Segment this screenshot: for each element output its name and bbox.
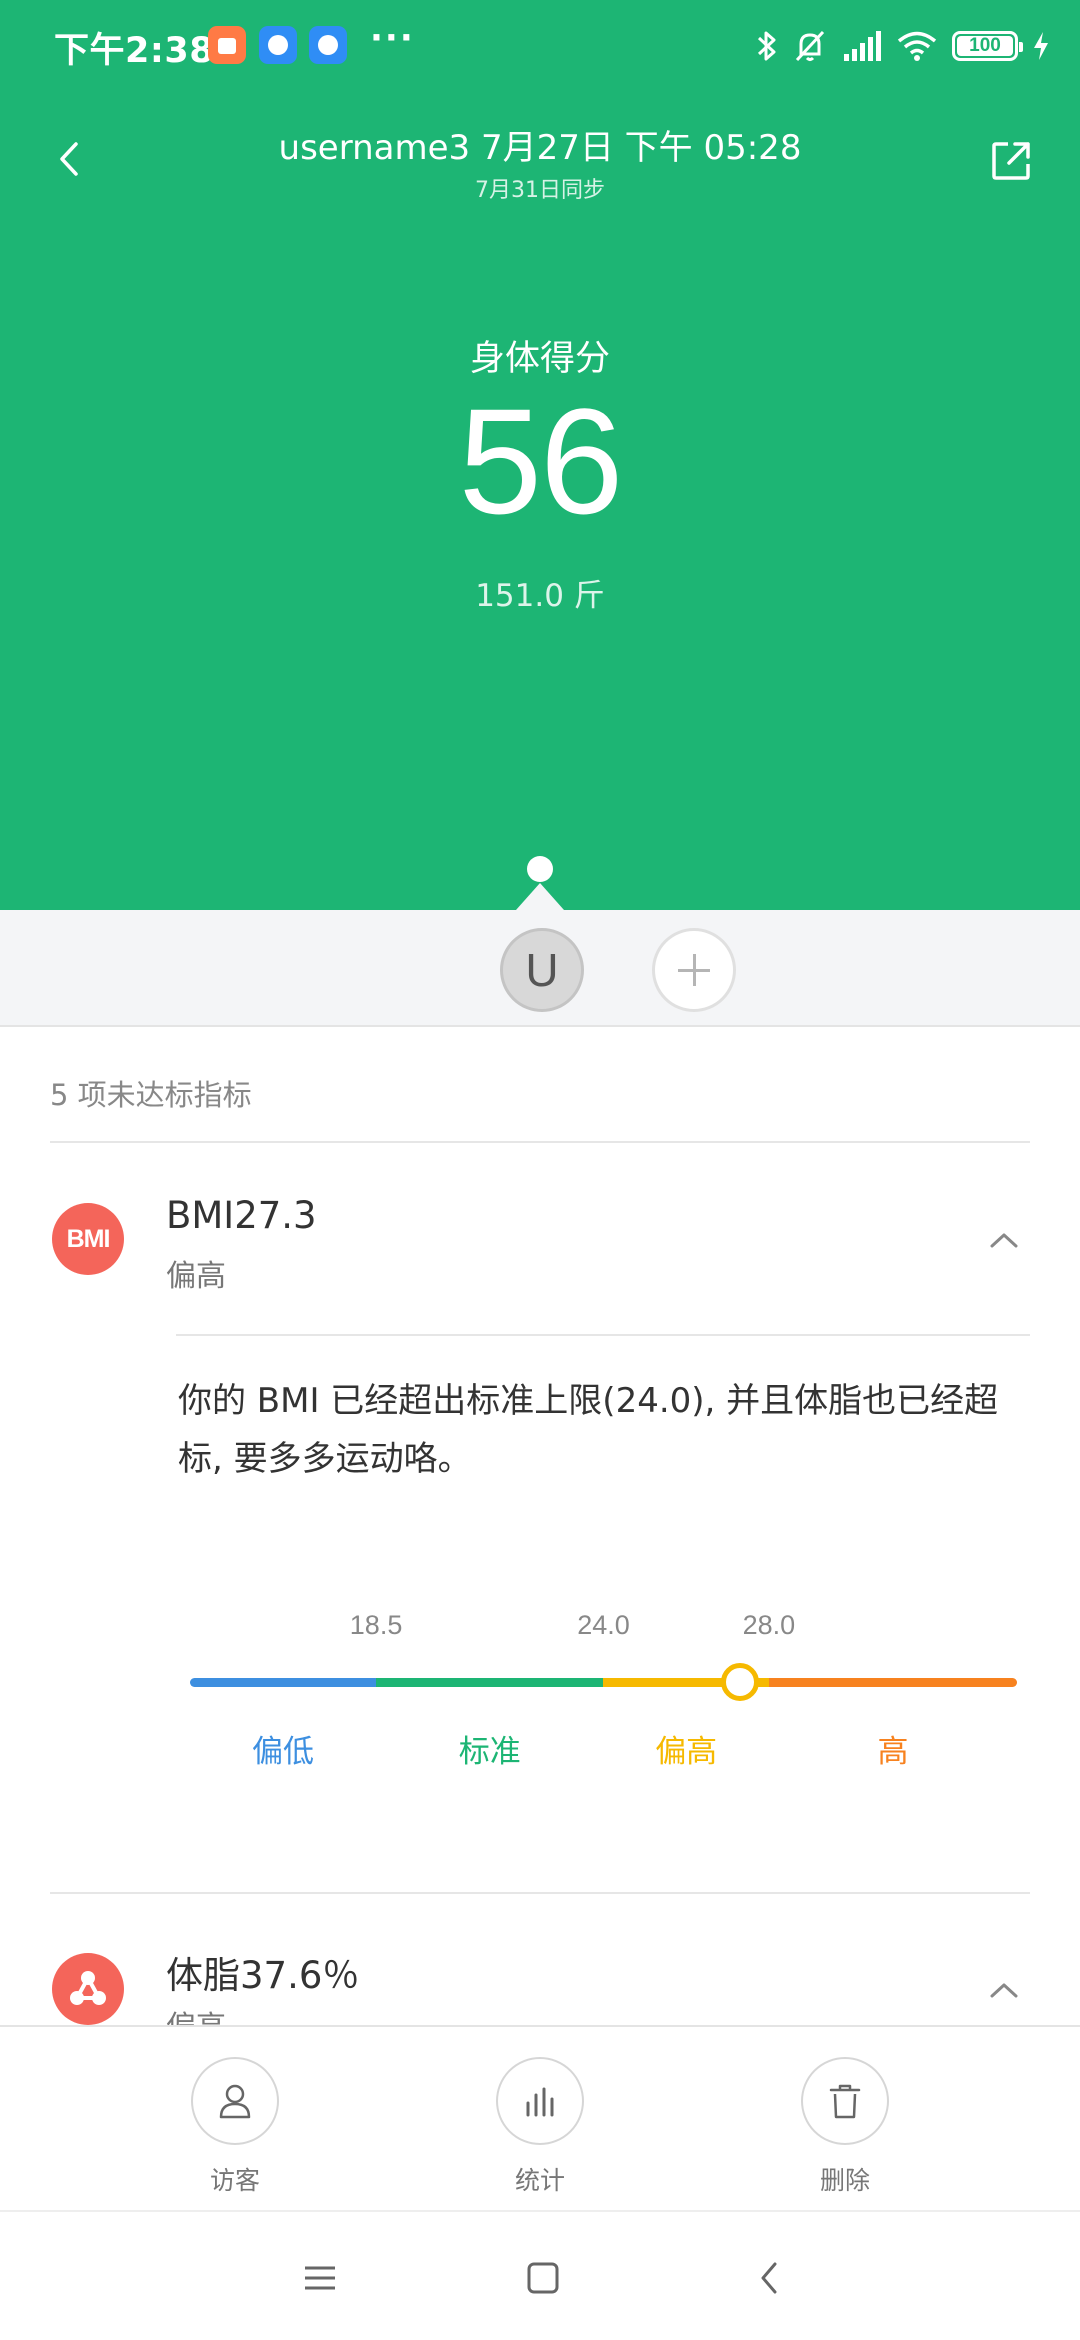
bmi-status: 偏高 [166, 1259, 226, 1294]
header-panel: 下午2:38 ··· 100 username3 7月27日 下午 05:28 … [0, 0, 1080, 910]
divider [50, 1892, 1030, 1894]
delete-button[interactable]: 删除 [785, 2057, 905, 2207]
wifi-icon [897, 31, 937, 61]
add-user-button[interactable] [652, 928, 736, 1012]
divider [50, 1141, 1030, 1143]
bmi-range-segment [376, 1678, 604, 1687]
mute-bell-icon [795, 30, 825, 62]
statistics-label: 统计 [514, 2166, 565, 2195]
person-icon [219, 2084, 251, 2119]
system-navigation-bar [0, 2210, 1080, 2340]
more-notifications-icon: ··· [370, 18, 415, 58]
chat-app-notification-icon [259, 26, 297, 64]
sync-date: 7月31日同步 [475, 178, 605, 203]
body-score-value: 56 [458, 377, 624, 545]
system-back-button[interactable] [740, 2248, 800, 2308]
bmi-threshold-label: 18.5 [349, 1610, 403, 1640]
chevron-up-icon[interactable] [986, 1978, 1022, 2002]
bmi-icon: BMI [52, 1203, 124, 1275]
square-icon [527, 2262, 559, 2294]
body-fat-icon [52, 1953, 124, 2025]
trash-icon [829, 2084, 861, 2119]
share-button[interactable] [982, 130, 1042, 190]
bmi-title: BMI27.3 [166, 1194, 317, 1237]
battery-icon: 100 [952, 31, 1023, 61]
charging-icon [1034, 32, 1048, 60]
bmi-range-label: 偏高 [655, 1734, 718, 1770]
bmi-value-marker [720, 1663, 759, 1701]
user-avatar[interactable]: U [500, 928, 584, 1012]
section-title: 5 项未达标指标 [50, 1078, 252, 1112]
shopping-app-notification-icon [208, 26, 246, 64]
share-icon [992, 142, 1030, 180]
status-time: 下午2:38 [54, 31, 215, 71]
chat-app-notification-icon [309, 26, 347, 64]
bmi-range-segment [190, 1678, 377, 1687]
bmi-range-segment [768, 1678, 1017, 1687]
divider [176, 1334, 1030, 1336]
record-title: username3 7月27日 下午 05:28 [278, 128, 802, 168]
recent-apps-button[interactable] [290, 2248, 350, 2308]
battery-level: 100 [969, 35, 1001, 56]
body-fat-title: 体脂37.6％ [166, 1954, 360, 1997]
system-status-icons: 100 [756, 26, 1050, 66]
bmi-range-label: 偏低 [252, 1734, 315, 1770]
chevron-up-icon[interactable] [986, 1228, 1022, 1252]
bar-chart-icon [526, 2087, 554, 2117]
bmi-threshold-label: 28.0 [742, 1610, 796, 1640]
visitor-button[interactable]: 访客 [175, 2057, 295, 2207]
body-weight: 151.0 斤 [475, 578, 605, 614]
bluetooth-icon [757, 31, 776, 61]
visitor-label: 访客 [209, 2166, 260, 2195]
delete-label: 删除 [819, 2166, 870, 2195]
home-button[interactable] [513, 2248, 573, 2308]
selected-user-indicator [527, 856, 553, 882]
bmi-advice: 你的 BMI 已经超出标准上限(24.0), 并且体脂也已经超标, 要多多运动咯… [178, 1381, 999, 1479]
status-bar: 下午2:38 ··· 100 [0, 0, 1080, 90]
body-score-label: 身体得分 [469, 339, 610, 379]
bmi-threshold-label: 24.0 [577, 1610, 630, 1640]
pointer-triangle [516, 883, 564, 910]
molecule-icon [70, 1971, 106, 2005]
signal-icon [844, 31, 881, 61]
menu-icon [305, 2266, 335, 2290]
bmi-range-bar [190, 1678, 1017, 1687]
statistics-button[interactable]: 统计 [480, 2057, 600, 2207]
chevron-left-icon [761, 2262, 777, 2294]
user-switcher: U [0, 910, 1080, 1027]
top-app-bar: username3 7月27日 下午 05:28 7月31日同步 [0, 110, 1080, 220]
bmi-range-label: 标准 [458, 1734, 521, 1770]
bmi-range-label: 高 [877, 1734, 909, 1770]
bottom-action-bar: 访客 统计 删除 [0, 2025, 1080, 2210]
